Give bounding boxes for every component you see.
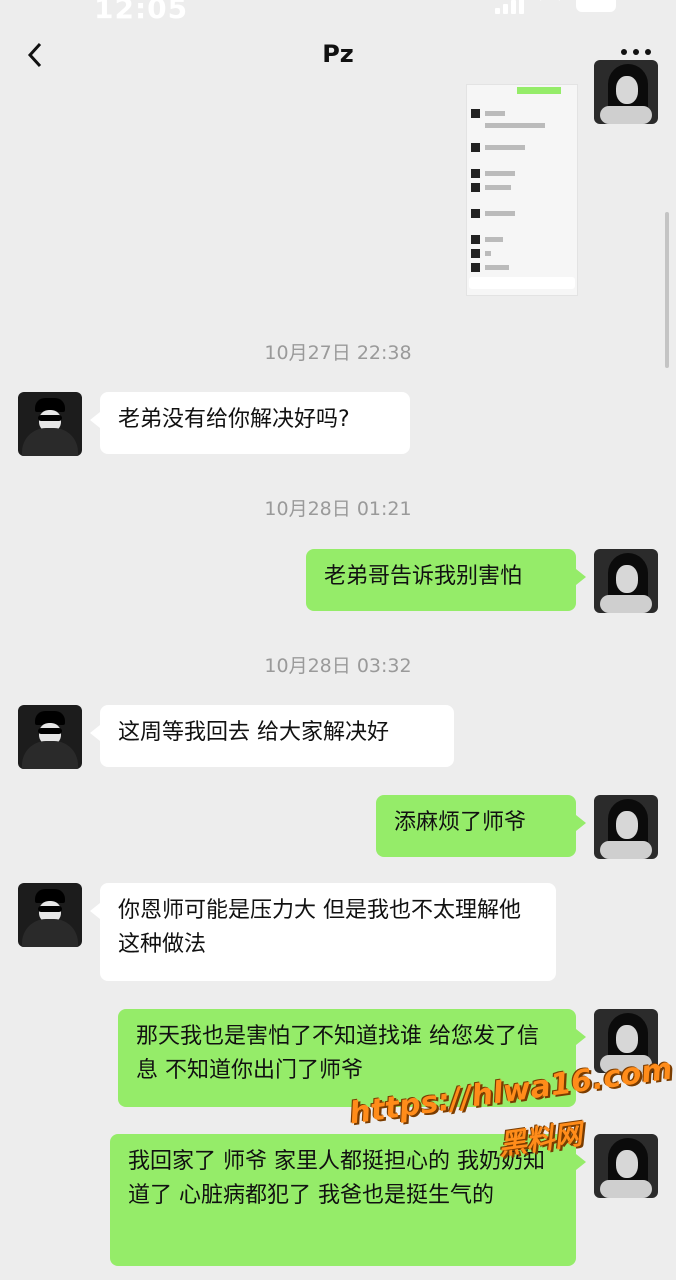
thumbnail-bubble <box>517 87 561 94</box>
wifi-icon <box>534 0 566 16</box>
thumbnail-row <box>471 183 535 193</box>
my-avatar[interactable] <box>594 60 658 124</box>
battery-icon <box>576 0 616 12</box>
image-message[interactable] <box>466 84 578 296</box>
thumbnail-input-bar <box>469 277 575 289</box>
status-bar: 12:05 <box>0 0 676 28</box>
message-bubble-incoming[interactable]: 你恩师可能是压力大 但是我也不太理解他这种做法 <box>90 883 556 981</box>
status-time: 12:05 <box>94 0 189 25</box>
nav-bar: Pz <box>0 28 676 84</box>
message-bubble-outgoing[interactable]: 老弟哥告诉我别害怕 <box>306 549 586 611</box>
message-bubble-incoming[interactable]: 这周等我回去 给大家解决好 <box>90 705 454 767</box>
thumbnail-row <box>471 121 545 131</box>
status-icons <box>495 0 616 16</box>
more-icon[interactable] <box>620 36 652 57</box>
thumbnail-row <box>471 263 535 273</box>
timestamp: 10月28日 01:21 <box>264 498 412 520</box>
thumbnail-row <box>471 235 535 245</box>
thumbnail-row <box>471 143 535 153</box>
timestamp: 10月27日 22:38 <box>264 342 412 364</box>
message-bubble-incoming[interactable]: 老弟没有给你解决好吗? <box>90 392 410 454</box>
chat-title: Pz <box>322 40 354 68</box>
contact-avatar[interactable] <box>18 705 82 769</box>
message-bubble-outgoing[interactable]: 添麻烦了师爷 <box>376 795 586 857</box>
signal-icon <box>495 0 524 14</box>
thumbnail-row <box>471 209 535 219</box>
thumbnail-row <box>471 249 535 259</box>
timestamp: 10月28日 03:32 <box>264 655 412 677</box>
thumbnail-row <box>471 109 535 119</box>
contact-avatar[interactable] <box>18 392 82 456</box>
contact-avatar[interactable] <box>18 883 82 947</box>
my-avatar[interactable] <box>594 549 658 613</box>
my-avatar[interactable] <box>594 1134 658 1198</box>
my-avatar[interactable] <box>594 795 658 859</box>
thumbnail-row <box>471 169 535 179</box>
